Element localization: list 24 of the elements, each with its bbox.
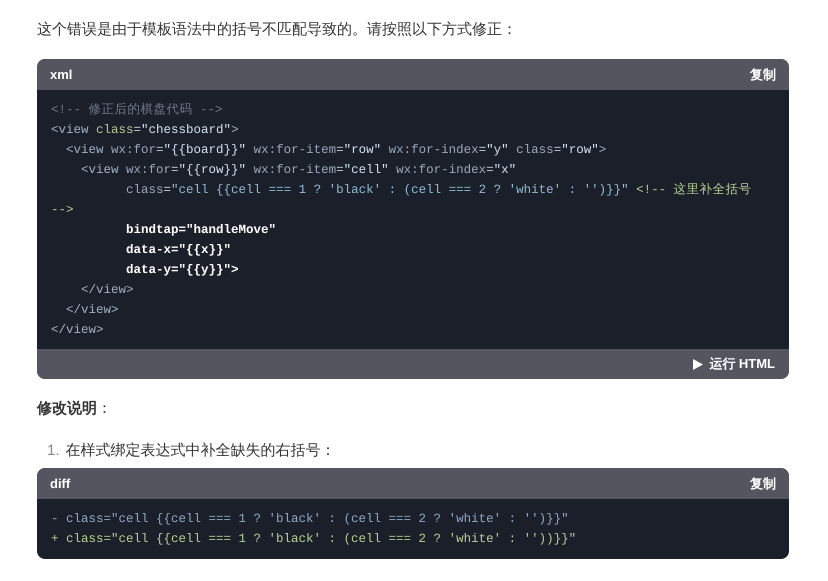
code-line: data-y="{{y}}"> <box>125 262 239 279</box>
language-label: diff <box>50 474 70 493</box>
code-line: <!-- 修正后的棋盘代码 --> <box>51 102 223 119</box>
code-line: </view> <box>65 302 119 319</box>
list-item-text: 在样式绑定表达式中补全缺失的右括号： <box>66 441 336 461</box>
diff-line: - class="cell {{cell === 1 ? 'black' : (cell === 2 ? 'white' : '')}}" <box>51 511 569 528</box>
code-line: <view class="chessboard"> <box>51 122 239 139</box>
list-number: 1. <box>47 441 60 461</box>
code-line: bindtap="handleMove" <box>125 222 276 239</box>
copy-button[interactable]: 复制 <box>750 64 776 84</box>
code-line: <view wx:for="{{row}}" wx:for-item="cell" wx:for-index="x" <box>80 162 516 179</box>
code-line: data-x="{{x}}" <box>125 242 232 259</box>
code-line: class="cell {{cell === 1 ? 'black' : (cell === 2 ? 'white' : '')}}" <!-- 这里补全括号 <box>125 182 752 199</box>
section-heading: 修改说明： <box>37 399 112 419</box>
code-line: <view wx:for="{{board}}" wx:for-item="row" wx:for-index="y" class="row"> <box>65 142 606 159</box>
copy-button[interactable]: 复制 <box>750 474 776 494</box>
run-html-button[interactable]: 运行 HTML <box>693 354 775 374</box>
code-line: --> <box>51 202 74 219</box>
code-line: </view> <box>80 282 134 299</box>
diff-line: + class="cell {{cell === 1 ? 'black' : (cell === 2 ? 'white' : ''))}}" <box>51 531 576 548</box>
language-label: xml <box>50 66 72 84</box>
code-line: </view> <box>51 322 104 339</box>
intro-text: 这个错误是由于模板语法中的括号不匹配导致的。请按照以下方式修正： <box>37 20 518 40</box>
play-icon <box>693 358 704 370</box>
